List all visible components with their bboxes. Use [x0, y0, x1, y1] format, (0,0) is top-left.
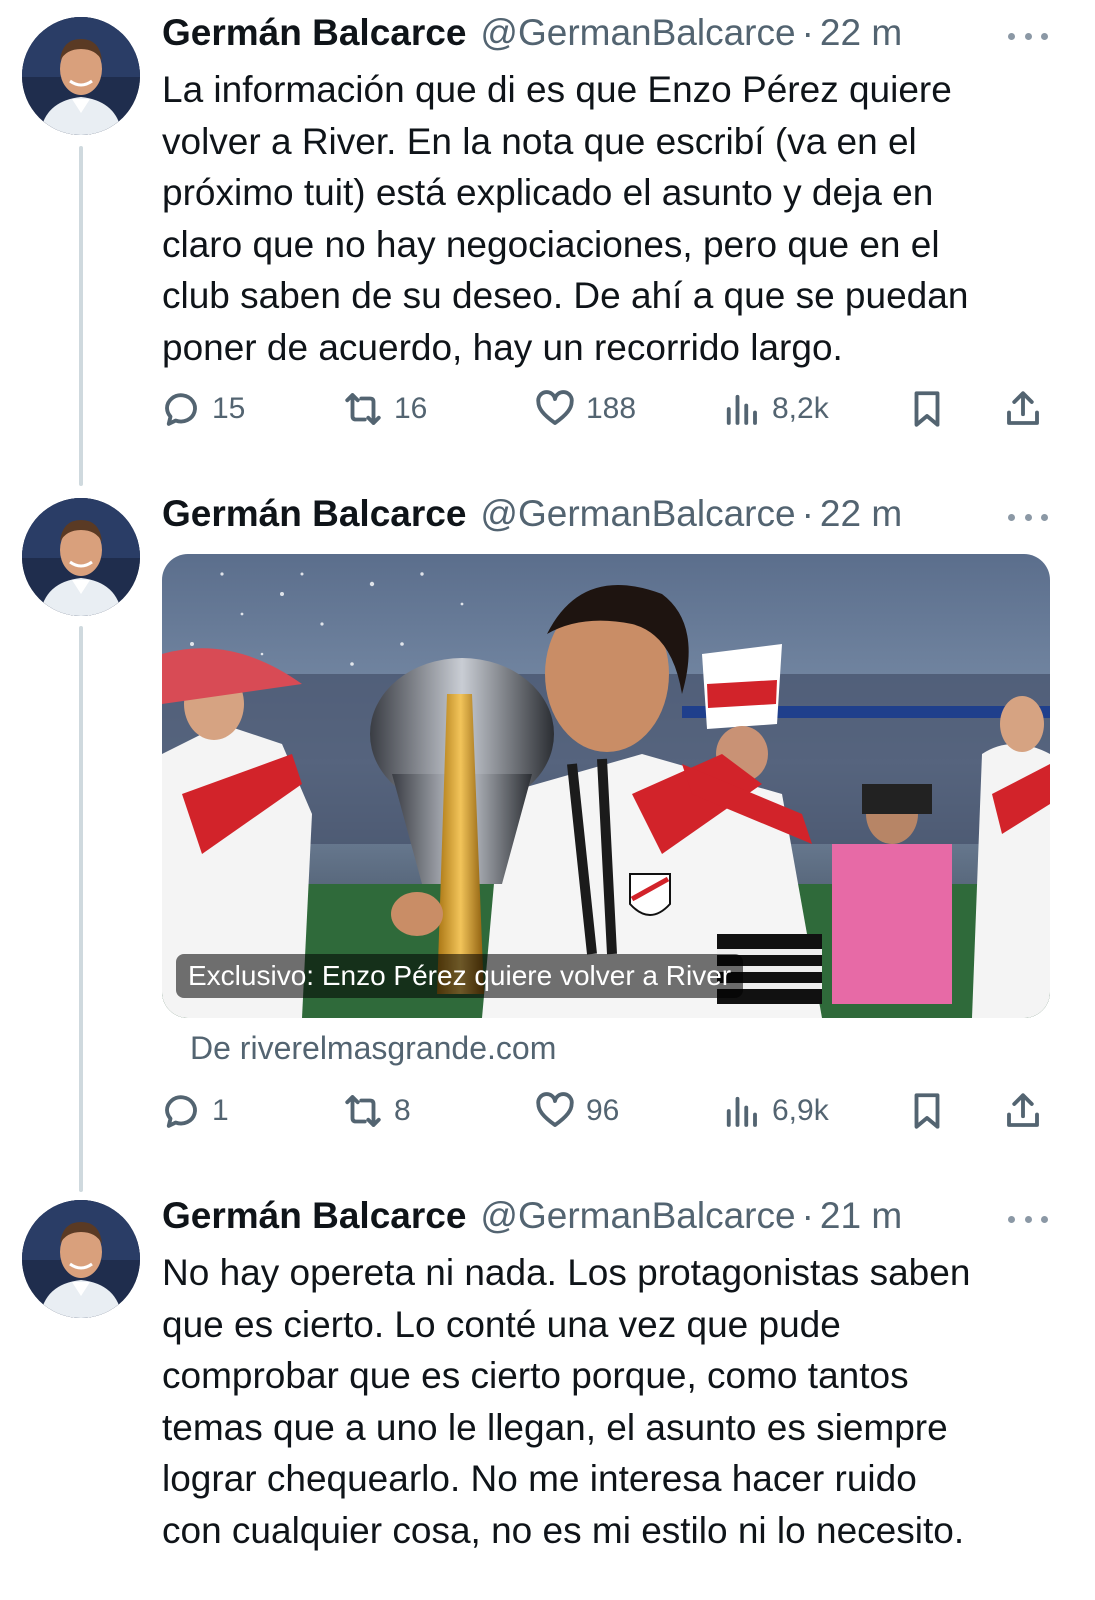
- avatar-photo: [22, 17, 140, 135]
- avatar-photo: [22, 1200, 140, 1318]
- tweet-text-line: con cualquier cosa, no es mi estilo ni l…: [162, 1509, 965, 1551]
- retweet-icon: [345, 1095, 381, 1127]
- link-card-title: Exclusivo: Enzo Pérez quiere volver a Ri…: [176, 954, 744, 998]
- tweet-header: Germán Balcarce @GermanBalcarce · 22 m: [162, 493, 902, 543]
- reply-button[interactable]: 1: [160, 1090, 229, 1132]
- tweet-text: No hay opereta ni nada. Los protagonista…: [162, 1247, 1082, 1556]
- tweet-text: La información que di es que Enzo Pérez …: [162, 64, 1062, 373]
- avatar[interactable]: [22, 498, 140, 616]
- tweet-text-line: volver a River. En la nota que escribí (…: [162, 120, 917, 162]
- share-button[interactable]: [1002, 388, 1044, 430]
- bookmark-icon: [914, 391, 940, 427]
- more-icon[interactable]: [1008, 1209, 1048, 1229]
- retweet-icon: [345, 393, 381, 425]
- separator: ·: [801, 1195, 814, 1236]
- tweet-text-line: La información que di es que Enzo Pérez …: [162, 69, 952, 110]
- heart-icon: [536, 1092, 574, 1127]
- tweet-text-line: claro que no hay negociaciones, pero que…: [162, 223, 940, 265]
- tweet-header: Germán Balcarce @GermanBalcarce · 22 m: [162, 12, 902, 62]
- action-bar: 15 16 188 8,2k: [160, 388, 1050, 438]
- reply-button[interactable]: 15: [160, 388, 245, 430]
- reply-count: 15: [212, 392, 246, 425]
- like-count: 188: [586, 392, 637, 425]
- author-handle[interactable]: @GermanBalcarce: [480, 493, 795, 535]
- retweet-button[interactable]: 16: [342, 388, 427, 430]
- separator: ·: [801, 493, 814, 534]
- bookmark-button[interactable]: [906, 388, 948, 430]
- tweet-text-line: que es cierto. Lo conté una vez que pude: [162, 1303, 841, 1345]
- author-name[interactable]: Germán Balcarce: [162, 493, 466, 535]
- avatar[interactable]: [22, 1200, 140, 1318]
- tweet-header: Germán Balcarce @GermanBalcarce · 21 m: [162, 1195, 902, 1245]
- views-button[interactable]: 8,2k: [720, 388, 829, 430]
- timestamp[interactable]: 22 m: [820, 12, 902, 54]
- tweet-text-line: No hay opereta ni nada. Los protagonista…: [162, 1252, 971, 1293]
- tweet-text-line: temas que a uno le llegan, el asunto es …: [162, 1406, 948, 1448]
- views-icon: [726, 394, 757, 425]
- reply-icon: [165, 1095, 197, 1128]
- views-button[interactable]: 6,9k: [720, 1090, 829, 1132]
- separator: ·: [801, 12, 814, 53]
- thread-line-2: [79, 626, 83, 1192]
- view-count: 6,9k: [772, 1094, 829, 1127]
- tweet-text-line: comprobar que es cierto porque, como tan…: [162, 1355, 909, 1396]
- reply-icon: [165, 393, 197, 426]
- author-name[interactable]: Germán Balcarce: [162, 1195, 466, 1237]
- views-icon: [726, 1096, 757, 1127]
- heart-icon: [536, 390, 574, 425]
- like-button[interactable]: 188: [534, 388, 636, 430]
- link-card[interactable]: Exclusivo: Enzo Pérez quiere volver a Ri…: [162, 554, 1050, 1018]
- timestamp[interactable]: 22 m: [820, 493, 902, 535]
- more-icon[interactable]: [1008, 26, 1048, 46]
- action-bar: 1 8 96 6,9k: [160, 1090, 1050, 1140]
- view-count: 8,2k: [772, 392, 829, 425]
- link-card-image: [162, 554, 1050, 1018]
- like-count: 96: [586, 1094, 620, 1127]
- author-handle[interactable]: @GermanBalcarce: [480, 12, 795, 54]
- share-icon: [1007, 1093, 1039, 1127]
- share-button[interactable]: [1002, 1090, 1044, 1132]
- share-icon: [1007, 391, 1039, 425]
- avatar-photo: [22, 498, 140, 616]
- retweet-count: 16: [394, 392, 428, 425]
- like-button[interactable]: 96: [534, 1090, 619, 1132]
- retweet-count: 8: [394, 1094, 411, 1127]
- tweet-text-line: poner de acuerdo, hay un recorrido largo…: [162, 326, 843, 368]
- thread-line-1: [79, 146, 83, 486]
- tweet-text-line: lograr chequearlo. No me interesa hacer …: [162, 1458, 917, 1499]
- retweet-button[interactable]: 8: [342, 1090, 411, 1132]
- author-name[interactable]: Germán Balcarce: [162, 12, 466, 54]
- avatar[interactable]: [22, 17, 140, 135]
- tweet-text-line: club saben de su deseo. De ahí a que se …: [162, 275, 969, 316]
- bookmark-icon: [914, 1093, 940, 1129]
- tweet-text-line: próximo tuit) está explicado el asunto y…: [162, 172, 934, 213]
- more-icon[interactable]: [1008, 507, 1048, 527]
- link-card-source[interactable]: De riverelmasgrande.com: [190, 1030, 556, 1067]
- author-handle[interactable]: @GermanBalcarce: [480, 1195, 795, 1237]
- bookmark-button[interactable]: [906, 1090, 948, 1132]
- reply-count: 1: [212, 1094, 229, 1127]
- timestamp[interactable]: 21 m: [820, 1195, 902, 1237]
